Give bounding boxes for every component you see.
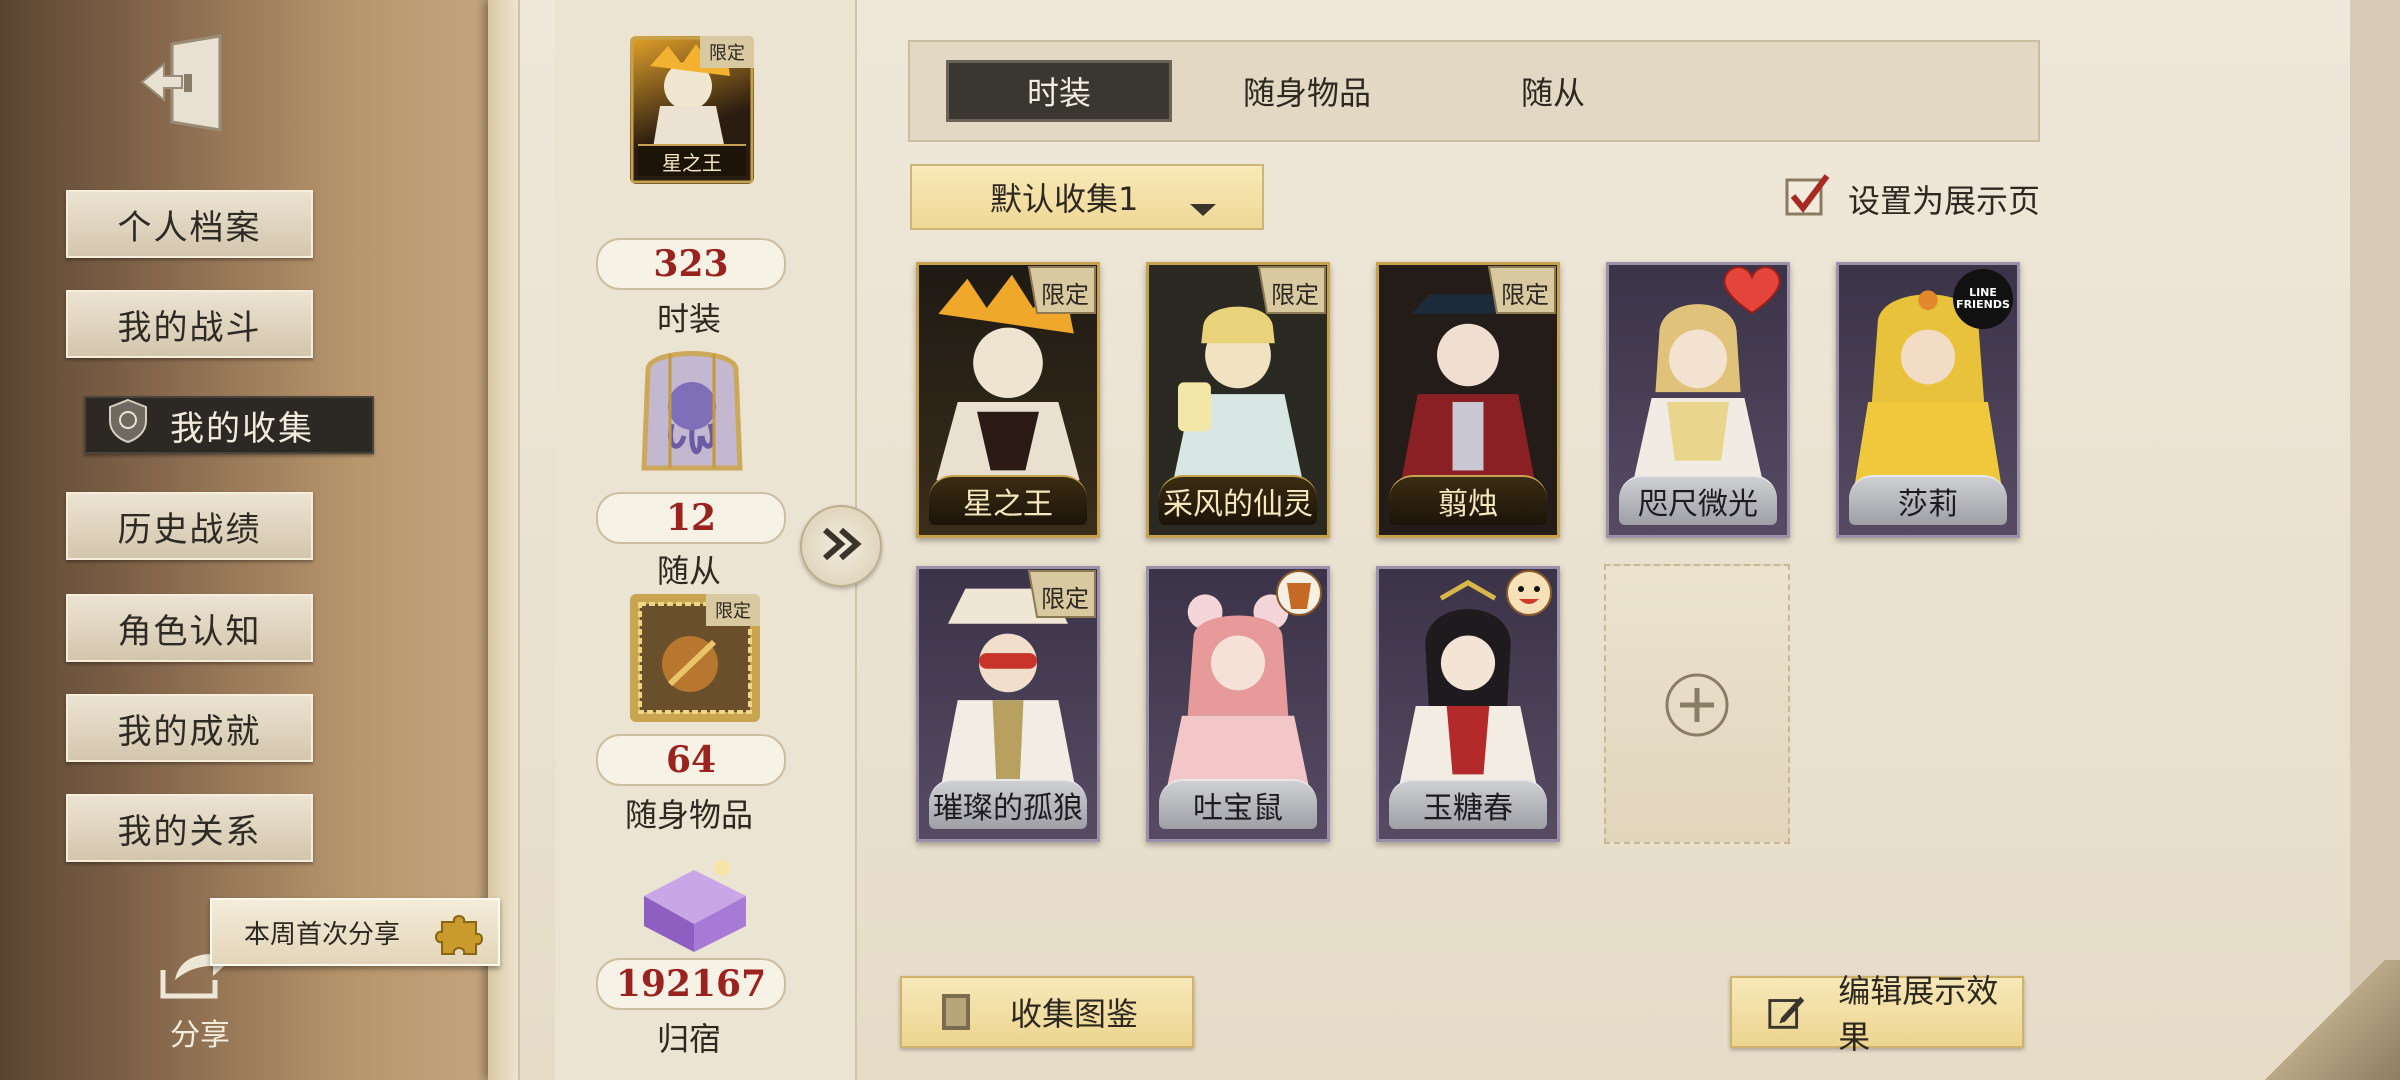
- tab-pet[interactable]: 随从: [1440, 60, 1666, 122]
- sidebar-item-label: 我的成就: [117, 711, 262, 752]
- accessory-count: 64: [596, 734, 786, 786]
- sidebar-item-collection[interactable]: 我的收集: [84, 396, 374, 454]
- tab-costume[interactable]: 时装: [946, 60, 1172, 122]
- chevron-down-icon: [1188, 190, 1218, 216]
- costume-card[interactable]: 限定 星之王: [916, 262, 1100, 538]
- line-friends-badge: LINE FRIENDS: [1953, 269, 2013, 329]
- accessory-label: 随身物品: [624, 796, 753, 834]
- badge-text: 限定: [1041, 281, 1089, 309]
- costume-card[interactable]: LINE FRIENDS 莎莉: [1836, 262, 2020, 538]
- card-name: 星之王: [929, 475, 1087, 525]
- home-label: 归宿: [656, 1020, 721, 1058]
- heart-icon: [1723, 266, 1781, 315]
- badge-text: 限定: [1501, 281, 1549, 309]
- double-chevron-right-icon: [819, 524, 863, 568]
- card-name: 璀璨的孤狼: [929, 779, 1087, 829]
- costume-label: 时装: [656, 300, 721, 338]
- costume-thumb-label: 星之王: [638, 144, 746, 176]
- card-name: 玉糖春: [1389, 779, 1547, 829]
- edit-icon: [1768, 996, 1805, 1029]
- sidebar-item-achievements[interactable]: 我的成就: [66, 694, 313, 762]
- collection-dropdown[interactable]: 默认收集1: [910, 164, 1264, 230]
- sidebar-item-label: 我的关系: [117, 811, 262, 852]
- collab-cup-icon: [1276, 570, 1322, 616]
- home-summary-thumbnail[interactable]: [630, 846, 760, 956]
- accessory-summary-thumbnail[interactable]: 限定: [630, 594, 760, 722]
- costume-card[interactable]: 玉糖春: [1376, 566, 1560, 842]
- collection-screen: 个人档案 我的战斗 我的收集 历史战绩 角色认知 我的成就 我的关系 本周首次分…: [0, 0, 2400, 1080]
- sidebar-item-history[interactable]: 历史战绩: [66, 492, 313, 560]
- card-name: 采风的仙灵: [1159, 475, 1317, 525]
- tab-label: 时装: [1026, 74, 1091, 112]
- sidebar-item-label: 角色认知: [117, 611, 262, 652]
- pet-label: 随从: [656, 552, 721, 590]
- sidebar-item-label: 我的收集: [170, 408, 314, 449]
- tab-accessory[interactable]: 随身物品: [1194, 60, 1420, 122]
- collab-face-icon: [1506, 570, 1552, 616]
- limited-badge: 限定: [706, 594, 760, 626]
- edit-button-label: 编辑展示效果: [1838, 972, 1999, 1056]
- tab-bar: 时装 随身物品 随从: [908, 40, 2040, 142]
- showcase-checkbox[interactable]: [1785, 172, 1831, 218]
- share-reward-banner[interactable]: 本周首次分享: [210, 898, 500, 966]
- costume-card[interactable]: 限定 翦烛: [1376, 262, 1560, 538]
- tab-label: 随身物品: [1242, 74, 1371, 112]
- sidebar-item-label: 个人档案: [117, 207, 262, 248]
- codex-button-label: 收集图鉴: [1010, 995, 1139, 1033]
- sidebar-item-profile[interactable]: 个人档案: [66, 190, 313, 258]
- card-name: 莎莉: [1849, 475, 2007, 525]
- exit-icon[interactable]: [132, 30, 242, 140]
- pet-count: 12: [596, 492, 786, 544]
- costume-card[interactable]: 吐宝鼠: [1146, 566, 1330, 842]
- edit-showcase-button[interactable]: 编辑展示效果: [1730, 972, 2024, 1056]
- collection-codex-button[interactable]: 收集图鉴: [900, 976, 1194, 1048]
- card-name: 咫尺微光: [1619, 475, 1777, 525]
- card-name: 吐宝鼠: [1159, 779, 1317, 829]
- page-corner-curl: [2250, 960, 2400, 1080]
- costume-summary-thumbnail[interactable]: 星之王 限定: [630, 36, 754, 184]
- share-banner-text: 本周首次分享: [244, 919, 401, 950]
- sidebar-item-relations[interactable]: 我的关系: [66, 794, 313, 862]
- card-name: 翦烛: [1389, 475, 1547, 525]
- shield-icon: [104, 397, 152, 454]
- expand-button[interactable]: [800, 505, 882, 587]
- sidebar-item-character-knowledge[interactable]: 角色认知: [66, 594, 313, 662]
- showcase-label: 设置为展示页: [1848, 182, 2041, 220]
- dropdown-value: 默认收集1: [990, 180, 1139, 218]
- sidebar-item-label: 我的战斗: [117, 307, 262, 348]
- puzzle-icon: [434, 908, 484, 958]
- pet-summary-thumbnail[interactable]: [630, 340, 754, 488]
- costume-card[interactable]: 限定 璀璨的孤狼: [916, 566, 1100, 842]
- costume-count: 323: [596, 238, 786, 290]
- limited-badge: 限定: [700, 36, 754, 68]
- plus-icon: [1665, 673, 1729, 737]
- costume-card[interactable]: 咫尺微光: [1606, 262, 1790, 538]
- book-icon: [942, 994, 970, 1030]
- home-count: 192167: [596, 958, 786, 1010]
- add-costume-slot[interactable]: [1604, 564, 1790, 844]
- share-label: 分享: [170, 1018, 230, 1053]
- tab-label: 随从: [1520, 74, 1585, 112]
- sidebar-item-battles[interactable]: 我的战斗: [66, 290, 313, 358]
- badge-text: 限定: [1041, 585, 1089, 613]
- sidebar-item-label: 历史战绩: [117, 509, 262, 550]
- costume-card[interactable]: 限定 采风的仙灵: [1146, 262, 1330, 538]
- badge-text: 限定: [1271, 281, 1319, 309]
